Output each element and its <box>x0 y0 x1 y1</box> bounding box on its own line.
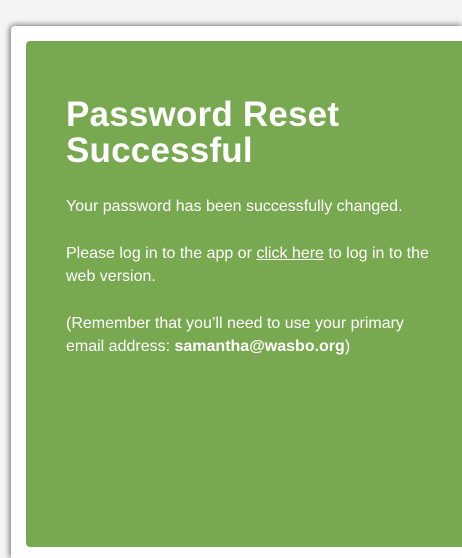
password-changed-message: Your password has been successfully chan… <box>66 198 403 215</box>
primary-email: samantha@wasbo.org <box>174 338 345 355</box>
login-instructions-prefix: Please log in to the app or <box>66 245 257 262</box>
login-instructions: Please log in to the app or click here t… <box>66 242 438 288</box>
title-line-2: Successful <box>66 131 253 170</box>
email-reminder: (Remember that you’ll need to use your p… <box>66 312 438 358</box>
web-login-link[interactable]: click here <box>256 245 324 262</box>
email-reminder-suffix: ) <box>344 338 351 355</box>
title-line-1: Password Reset <box>66 95 340 134</box>
page-title: Password Reset Successful <box>66 97 438 169</box>
reset-success-card: Password Reset Successful Your password … <box>26 41 462 547</box>
